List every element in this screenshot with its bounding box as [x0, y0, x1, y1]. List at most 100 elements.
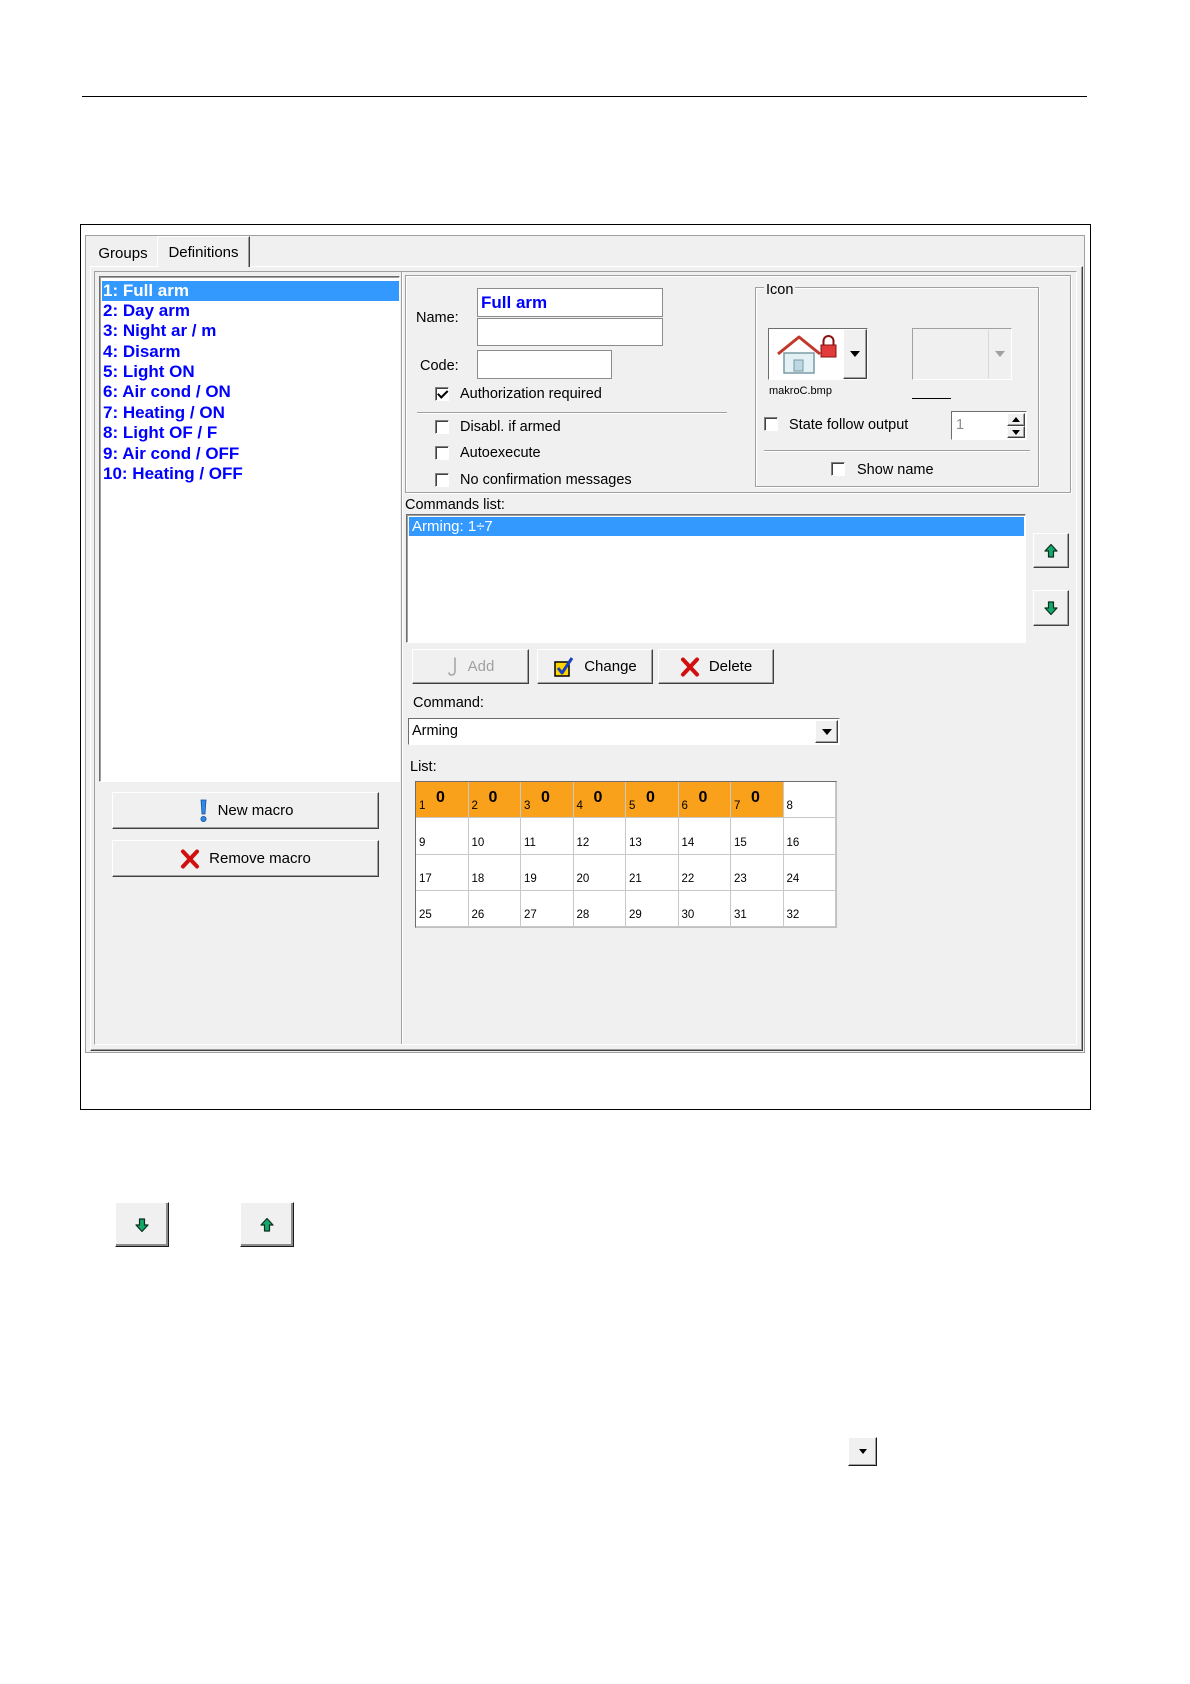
move-up-button[interactable] — [1033, 533, 1069, 568]
macro-list-item[interactable]: 8: Light OF / F — [102, 423, 399, 443]
check-box-icon — [553, 656, 575, 678]
list-cell[interactable]: 28 — [573, 890, 626, 927]
delete-label: Delete — [708, 658, 753, 675]
list-cell[interactable]: 31 — [731, 890, 784, 927]
spinner-down-button[interactable] — [1007, 426, 1025, 438]
list-cell[interactable]: 40 — [573, 782, 626, 819]
state-follow-output-checkbox[interactable] — [764, 417, 778, 431]
change-button[interactable]: Change — [537, 649, 653, 684]
macro-list-item[interactable]: 2: Day arm — [102, 301, 399, 321]
list-cell-number: 25 — [419, 909, 432, 921]
list-cell[interactable]: 50 — [626, 782, 679, 819]
name-value: Full arm — [481, 293, 548, 312]
new-macro-label: New macro — [217, 802, 294, 819]
list-cell[interactable]: 13 — [626, 818, 679, 855]
icon-dropdown-disabled-button — [988, 330, 1010, 378]
list-cell[interactable]: 29 — [626, 890, 679, 927]
list-cell-number: 8 — [786, 800, 793, 813]
list-cell[interactable]: 27 — [521, 890, 574, 927]
list-cell-number: 21 — [629, 872, 642, 885]
add-label: Add — [467, 658, 495, 675]
list-cell[interactable]: 23 — [731, 854, 784, 891]
list-cell[interactable]: 21 — [626, 854, 679, 891]
list-cell-number: 14 — [681, 836, 695, 849]
name-input-secondary[interactable] — [477, 318, 663, 346]
list-cell-number: 9 — [419, 836, 426, 849]
list-cell[interactable]: 14 — [678, 818, 731, 855]
list-cell[interactable]: 16 — [783, 818, 836, 855]
list-cell-number: 13 — [629, 836, 642, 849]
authorization-checkbox[interactable] — [435, 387, 449, 401]
macro-list-item[interactable]: 6: Air cond / ON — [102, 382, 399, 402]
list-cell[interactable]: 19 — [521, 854, 574, 891]
list-cell-number: 4 — [576, 800, 583, 813]
icon-name-underline — [912, 398, 951, 399]
list-cell[interactable]: 24 — [783, 854, 836, 891]
tab-groups[interactable]: Groups — [88, 239, 158, 267]
list-cell-number: 7 — [734, 800, 741, 813]
list-cell[interactable]: 8 — [783, 782, 836, 819]
list-cell[interactable]: 10 — [416, 782, 469, 819]
list-cell-number: 2 — [471, 800, 478, 813]
list-cell-value: 0 — [541, 789, 550, 806]
list-cell[interactable]: 20 — [573, 854, 626, 891]
move-down-button[interactable] — [1033, 590, 1069, 626]
command-select-button[interactable] — [815, 720, 838, 743]
list-cell[interactable]: 18 — [468, 854, 521, 891]
list-cell[interactable]: 60 — [678, 782, 731, 819]
list-cell-number: 11 — [524, 836, 536, 849]
list-cell-value: 0 — [698, 789, 708, 806]
add-icon — [447, 656, 459, 678]
doc-move-down-button[interactable] — [115, 1202, 169, 1247]
list-cell[interactable]: 12 — [573, 818, 626, 855]
list-cell[interactable]: 30 — [678, 890, 731, 927]
list-cell[interactable]: 15 — [731, 818, 784, 855]
icon-dropdown[interactable] — [768, 328, 868, 380]
list-cell[interactable]: 20 — [468, 782, 521, 819]
list-cell-number: 28 — [576, 909, 590, 921]
command-list-item[interactable]: Arming: 1÷7 — [409, 517, 1024, 536]
no-confirmation-checkbox[interactable] — [435, 473, 449, 487]
list-cell[interactable]: 32 — [783, 890, 836, 927]
list-cell[interactable]: 25 — [416, 890, 469, 927]
macro-list-item[interactable]: 5: Light ON — [102, 362, 399, 382]
new-macro-button[interactable]: New macro — [112, 792, 379, 829]
list-cell[interactable]: 11 — [521, 818, 574, 855]
list-cell[interactable]: 22 — [678, 854, 731, 891]
show-name-checkbox[interactable] — [831, 462, 845, 476]
macro-list-item[interactable]: 3: Night ar / m — [102, 321, 399, 341]
macro-list-item[interactable]: 4: Disarm — [102, 342, 399, 362]
name-input[interactable]: Full arm — [477, 288, 663, 317]
list-cell-number: 17 — [419, 872, 432, 885]
zones-grid[interactable]: 1 0 2 0 3 0 4 0 5 0 6 0 7 0 8 9 10 11 12 13 14 15 16 17 18 19 20 21… — [415, 781, 837, 928]
list-cell[interactable]: 17 — [416, 854, 469, 891]
disabl-if-armed-checkbox[interactable] — [435, 420, 449, 434]
macro-list-item[interactable]: 7: Heating / ON — [102, 403, 399, 423]
list-cell-number: 22 — [681, 872, 695, 885]
macro-list-item[interactable]: 10: Heating / OFF — [102, 464, 399, 484]
macro-list-item[interactable]: 1: Full arm — [102, 280, 399, 301]
autoexecute-checkbox[interactable] — [435, 446, 449, 460]
doc-move-up-button[interactable] — [240, 1202, 294, 1247]
list-cell-number: 24 — [786, 872, 800, 885]
tab-definitions[interactable]: Definitions — [157, 236, 250, 267]
icon-dropdown-button[interactable] — [843, 329, 867, 379]
remove-macro-button[interactable]: Remove macro — [112, 840, 379, 877]
doc-dropdown-button[interactable] — [848, 1437, 877, 1466]
delete-button[interactable]: Delete — [658, 649, 774, 684]
list-cell[interactable]: 70 — [731, 782, 784, 819]
list-cell[interactable]: 10 — [468, 818, 521, 855]
commands-list[interactable]: Arming: 1÷7 — [406, 514, 1026, 643]
list-cell[interactable]: 30 — [521, 782, 574, 819]
code-input[interactable] — [477, 350, 612, 379]
spinner-up-button[interactable] — [1007, 413, 1025, 426]
add-button[interactable]: Add — [412, 649, 529, 684]
state-output-spinner[interactable]: 1 — [951, 411, 1027, 440]
macro-list-item[interactable]: 9: Air cond / OFF — [102, 444, 399, 464]
delete-x-icon — [180, 849, 200, 869]
command-select[interactable]: Arming — [408, 718, 840, 745]
list-cell[interactable]: 26 — [468, 890, 521, 927]
list-cell[interactable]: 9 — [416, 818, 469, 855]
macro-list[interactable]: 1: Full arm 2: Day arm 3: Night ar / m 4: D… — [99, 276, 400, 782]
chevron-down-icon — [821, 728, 832, 735]
